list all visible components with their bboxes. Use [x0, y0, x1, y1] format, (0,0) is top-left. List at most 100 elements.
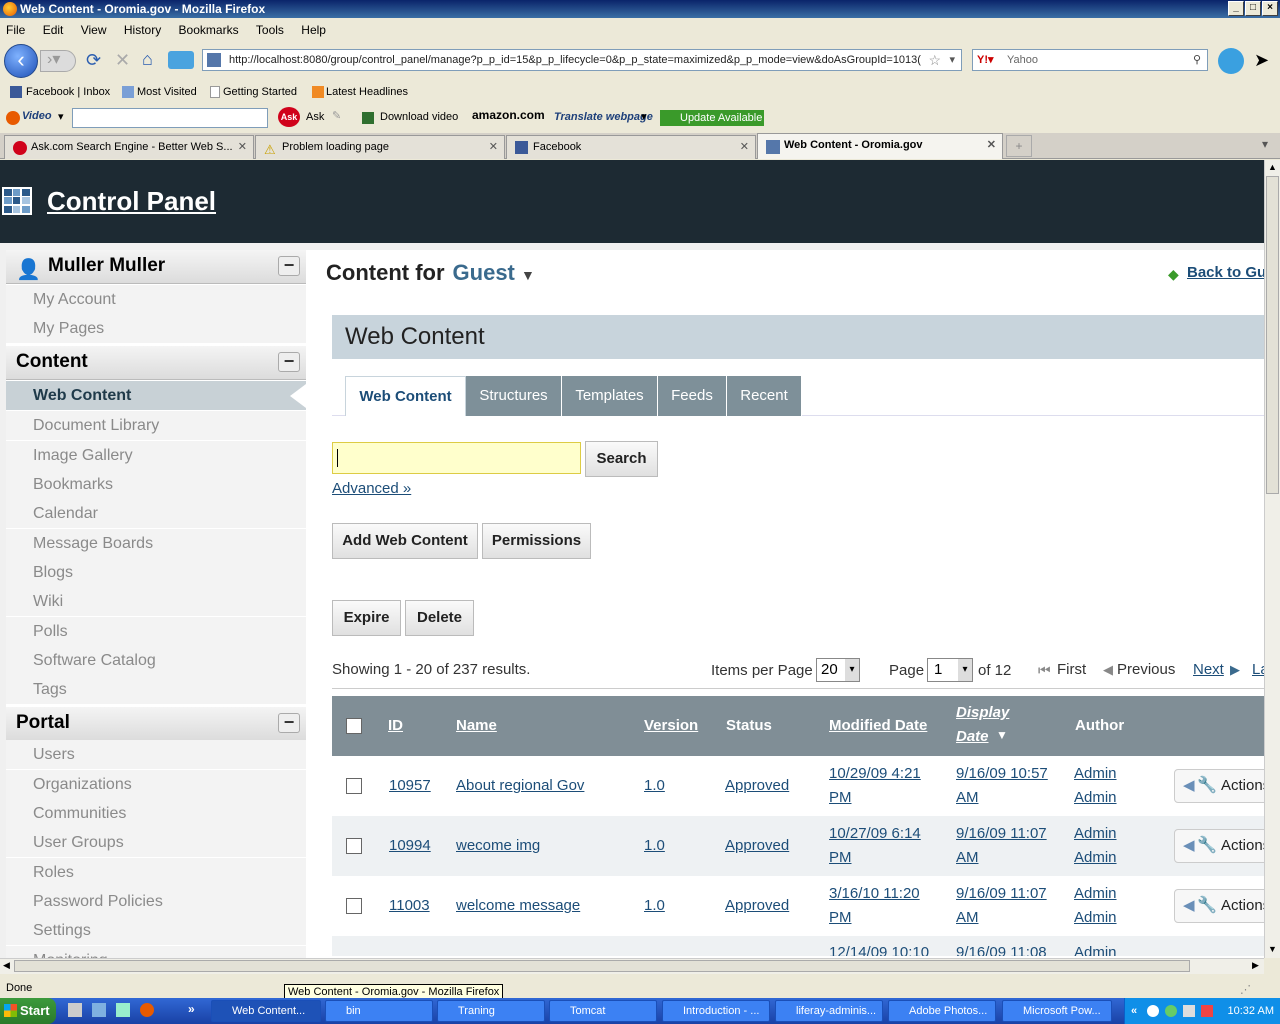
tab-recent[interactable]: Recent — [727, 376, 802, 416]
taskbar-item-powerpoint[interactable]: Microsoft Pow... — [1002, 1000, 1112, 1022]
sidebar-user-header[interactable]: 👤 Muller Muller − — [6, 250, 306, 284]
tabs-list-icon[interactable]: ▾ — [1262, 137, 1268, 151]
close-button[interactable]: × — [1262, 1, 1278, 16]
row-status[interactable]: Approved — [725, 897, 789, 914]
chevron-icon[interactable]: » — [188, 1002, 195, 1016]
scroll-up-icon[interactable]: ▲ — [1268, 162, 1277, 172]
collapse-icon[interactable]: − — [278, 352, 300, 372]
row-version[interactable]: 1.0 — [644, 777, 665, 794]
sidebar-item-user-groups[interactable]: User Groups — [6, 828, 306, 857]
volume-icon[interactable] — [1201, 1005, 1213, 1017]
row-checkbox[interactable] — [346, 898, 362, 914]
collapse-icon[interactable]: − — [278, 713, 300, 733]
row-author[interactable]: Admin — [1074, 885, 1117, 902]
row-modified-date[interactable]: 10/29/09 4:21 — [829, 765, 921, 782]
bookmark-getting-started[interactable]: Getting Started — [223, 82, 297, 102]
sidebar-item-monitoring[interactable]: Monitoring — [6, 946, 306, 958]
search-engine-box[interactable]: Y!▾ Yahoo ⚲ — [972, 49, 1208, 71]
reload-icon[interactable]: ⟳ — [86, 50, 101, 71]
update-available-button[interactable]: Update Available — [660, 110, 764, 126]
magnifier-icon[interactable]: ⚲ — [1193, 50, 1201, 70]
delete-button[interactable]: Delete — [405, 600, 474, 636]
header-name[interactable]: Name — [456, 696, 497, 756]
cursor-tool-icon[interactable]: ➤ — [1254, 50, 1269, 71]
row-display-ampm[interactable]: AM — [956, 909, 979, 926]
bookmark-most-visited[interactable]: Most Visited — [137, 82, 197, 102]
sidebar-item-my-pages[interactable]: My Pages — [6, 314, 306, 343]
expire-button[interactable]: Expire — [332, 600, 401, 636]
url-dropdown-icon[interactable]: ▾ — [949, 50, 955, 70]
sidebar-item-settings[interactable]: Settings — [6, 916, 306, 945]
tab-close-icon[interactable]: ✕ — [987, 134, 996, 156]
back-to-link[interactable]: Back to Gu — [1187, 264, 1264, 281]
control-panel-title[interactable]: Control Panel — [47, 186, 216, 217]
yahoo-icon[interactable]: Y!▾ — [977, 50, 994, 70]
tab-web-content[interactable]: Web Content - Oromia.gov ✕ — [757, 133, 1003, 159]
tab-structures[interactable]: Structures — [466, 376, 562, 416]
collapse-icon[interactable]: − — [278, 256, 300, 276]
skype-icon[interactable] — [1218, 48, 1244, 74]
scroll-down-icon[interactable]: ▼ — [1268, 944, 1277, 954]
actions-button[interactable]: ◀ 🔧 Actions — [1174, 769, 1264, 803]
search-button[interactable]: Search — [585, 441, 658, 477]
sidebar-item-my-account[interactable]: My Account — [6, 285, 306, 314]
sidebar-item-roles[interactable]: Roles — [6, 858, 306, 887]
row-modified-date[interactable]: 10/27/09 6:14 — [829, 825, 921, 842]
last-page-link[interactable]: La — [1252, 661, 1264, 678]
row-display-date[interactable]: 9/16/09 11:08 — [956, 944, 1047, 956]
sidebar-item-calendar[interactable]: Calendar — [6, 499, 306, 528]
header-display[interactable]: Display — [956, 704, 1009, 721]
header-version[interactable]: Version — [644, 696, 698, 756]
row-author[interactable]: Admin — [1074, 765, 1117, 782]
row-display-date[interactable]: 9/16/09 10:57 — [956, 765, 1048, 782]
scroll-right-icon[interactable]: ▶ — [1252, 960, 1259, 971]
ask-label[interactable]: Ask — [306, 111, 324, 123]
header-modified-date[interactable]: Modified Date — [829, 696, 927, 756]
sidebar-item-message-boards[interactable]: Message Boards — [6, 529, 306, 558]
menu-file[interactable]: File — [6, 23, 25, 37]
app-icon[interactable] — [116, 1003, 130, 1017]
menu-bookmarks[interactable]: Bookmarks — [179, 23, 239, 37]
taskbar-item-bin[interactable]: bin — [325, 1000, 433, 1022]
taskbar-item-traning[interactable]: Traning — [437, 1000, 545, 1022]
menu-view[interactable]: View — [81, 23, 107, 37]
sidebar-item-web-content[interactable]: Web Content — [6, 381, 306, 410]
video-dropdown-icon[interactable]: ▾ — [58, 110, 64, 123]
messenger-icon[interactable] — [1147, 1005, 1159, 1017]
home-icon[interactable]: ⌂ — [142, 49, 153, 70]
group-dropdown-icon[interactable]: ▼ — [521, 267, 535, 283]
sidebar-item-image-gallery[interactable]: Image Gallery — [6, 441, 306, 470]
group-selector[interactable]: Guest — [453, 260, 515, 285]
sidebar-item-password-policies[interactable]: Password Policies — [6, 887, 306, 916]
items-per-page-select[interactable]: 20 ▾ — [816, 658, 860, 682]
search-input[interactable] — [332, 442, 581, 474]
row-author-last[interactable]: Admin — [1074, 909, 1117, 926]
tab-close-icon[interactable]: ✕ — [740, 136, 749, 158]
row-modified-ampm[interactable]: PM — [829, 849, 852, 866]
taskbar-item-liferay-admin[interactable]: liferay-adminis... — [775, 1000, 883, 1022]
add-web-content-button[interactable]: Add Web Content — [332, 523, 478, 559]
bookmark-latest-headlines[interactable]: Latest Headlines — [326, 82, 408, 102]
screen-icon[interactable] — [168, 51, 194, 69]
sidebar-portal-header[interactable]: Portal − — [6, 707, 306, 741]
menu-edit[interactable]: Edit — [43, 23, 64, 37]
monitor-icon[interactable] — [1183, 1005, 1195, 1017]
first-page-link[interactable]: First — [1057, 661, 1086, 678]
translate-dropdown-icon[interactable]: ▾ — [641, 110, 647, 123]
address-bar[interactable]: http://localhost:8080/group/control_pane… — [202, 49, 962, 71]
maximize-button[interactable]: □ — [1245, 1, 1261, 16]
network-icon[interactable] — [1165, 1005, 1177, 1017]
tab-templates[interactable]: Templates — [562, 376, 658, 416]
tab-feeds[interactable]: Feeds — [658, 376, 727, 416]
back-icon[interactable]: ‹ — [4, 44, 38, 78]
hscroll-thumb[interactable] — [14, 960, 1190, 972]
download-video-label[interactable]: Download video — [380, 111, 458, 123]
row-author[interactable]: Admin — [1074, 944, 1117, 956]
actions-button[interactable]: ◀ 🔧 Actions — [1174, 889, 1264, 923]
row-author[interactable]: Admin — [1074, 825, 1117, 842]
video-search-input[interactable] — [72, 108, 268, 128]
row-id[interactable]: 10957 — [389, 777, 431, 794]
tab-problem-loading[interactable]: ⚠ Problem loading page ✕ — [255, 135, 505, 159]
taskbar-item-web-content[interactable]: Web Content... — [211, 1000, 321, 1022]
horizontal-scrollbar[interactable]: ◀ ▶ — [0, 958, 1264, 974]
